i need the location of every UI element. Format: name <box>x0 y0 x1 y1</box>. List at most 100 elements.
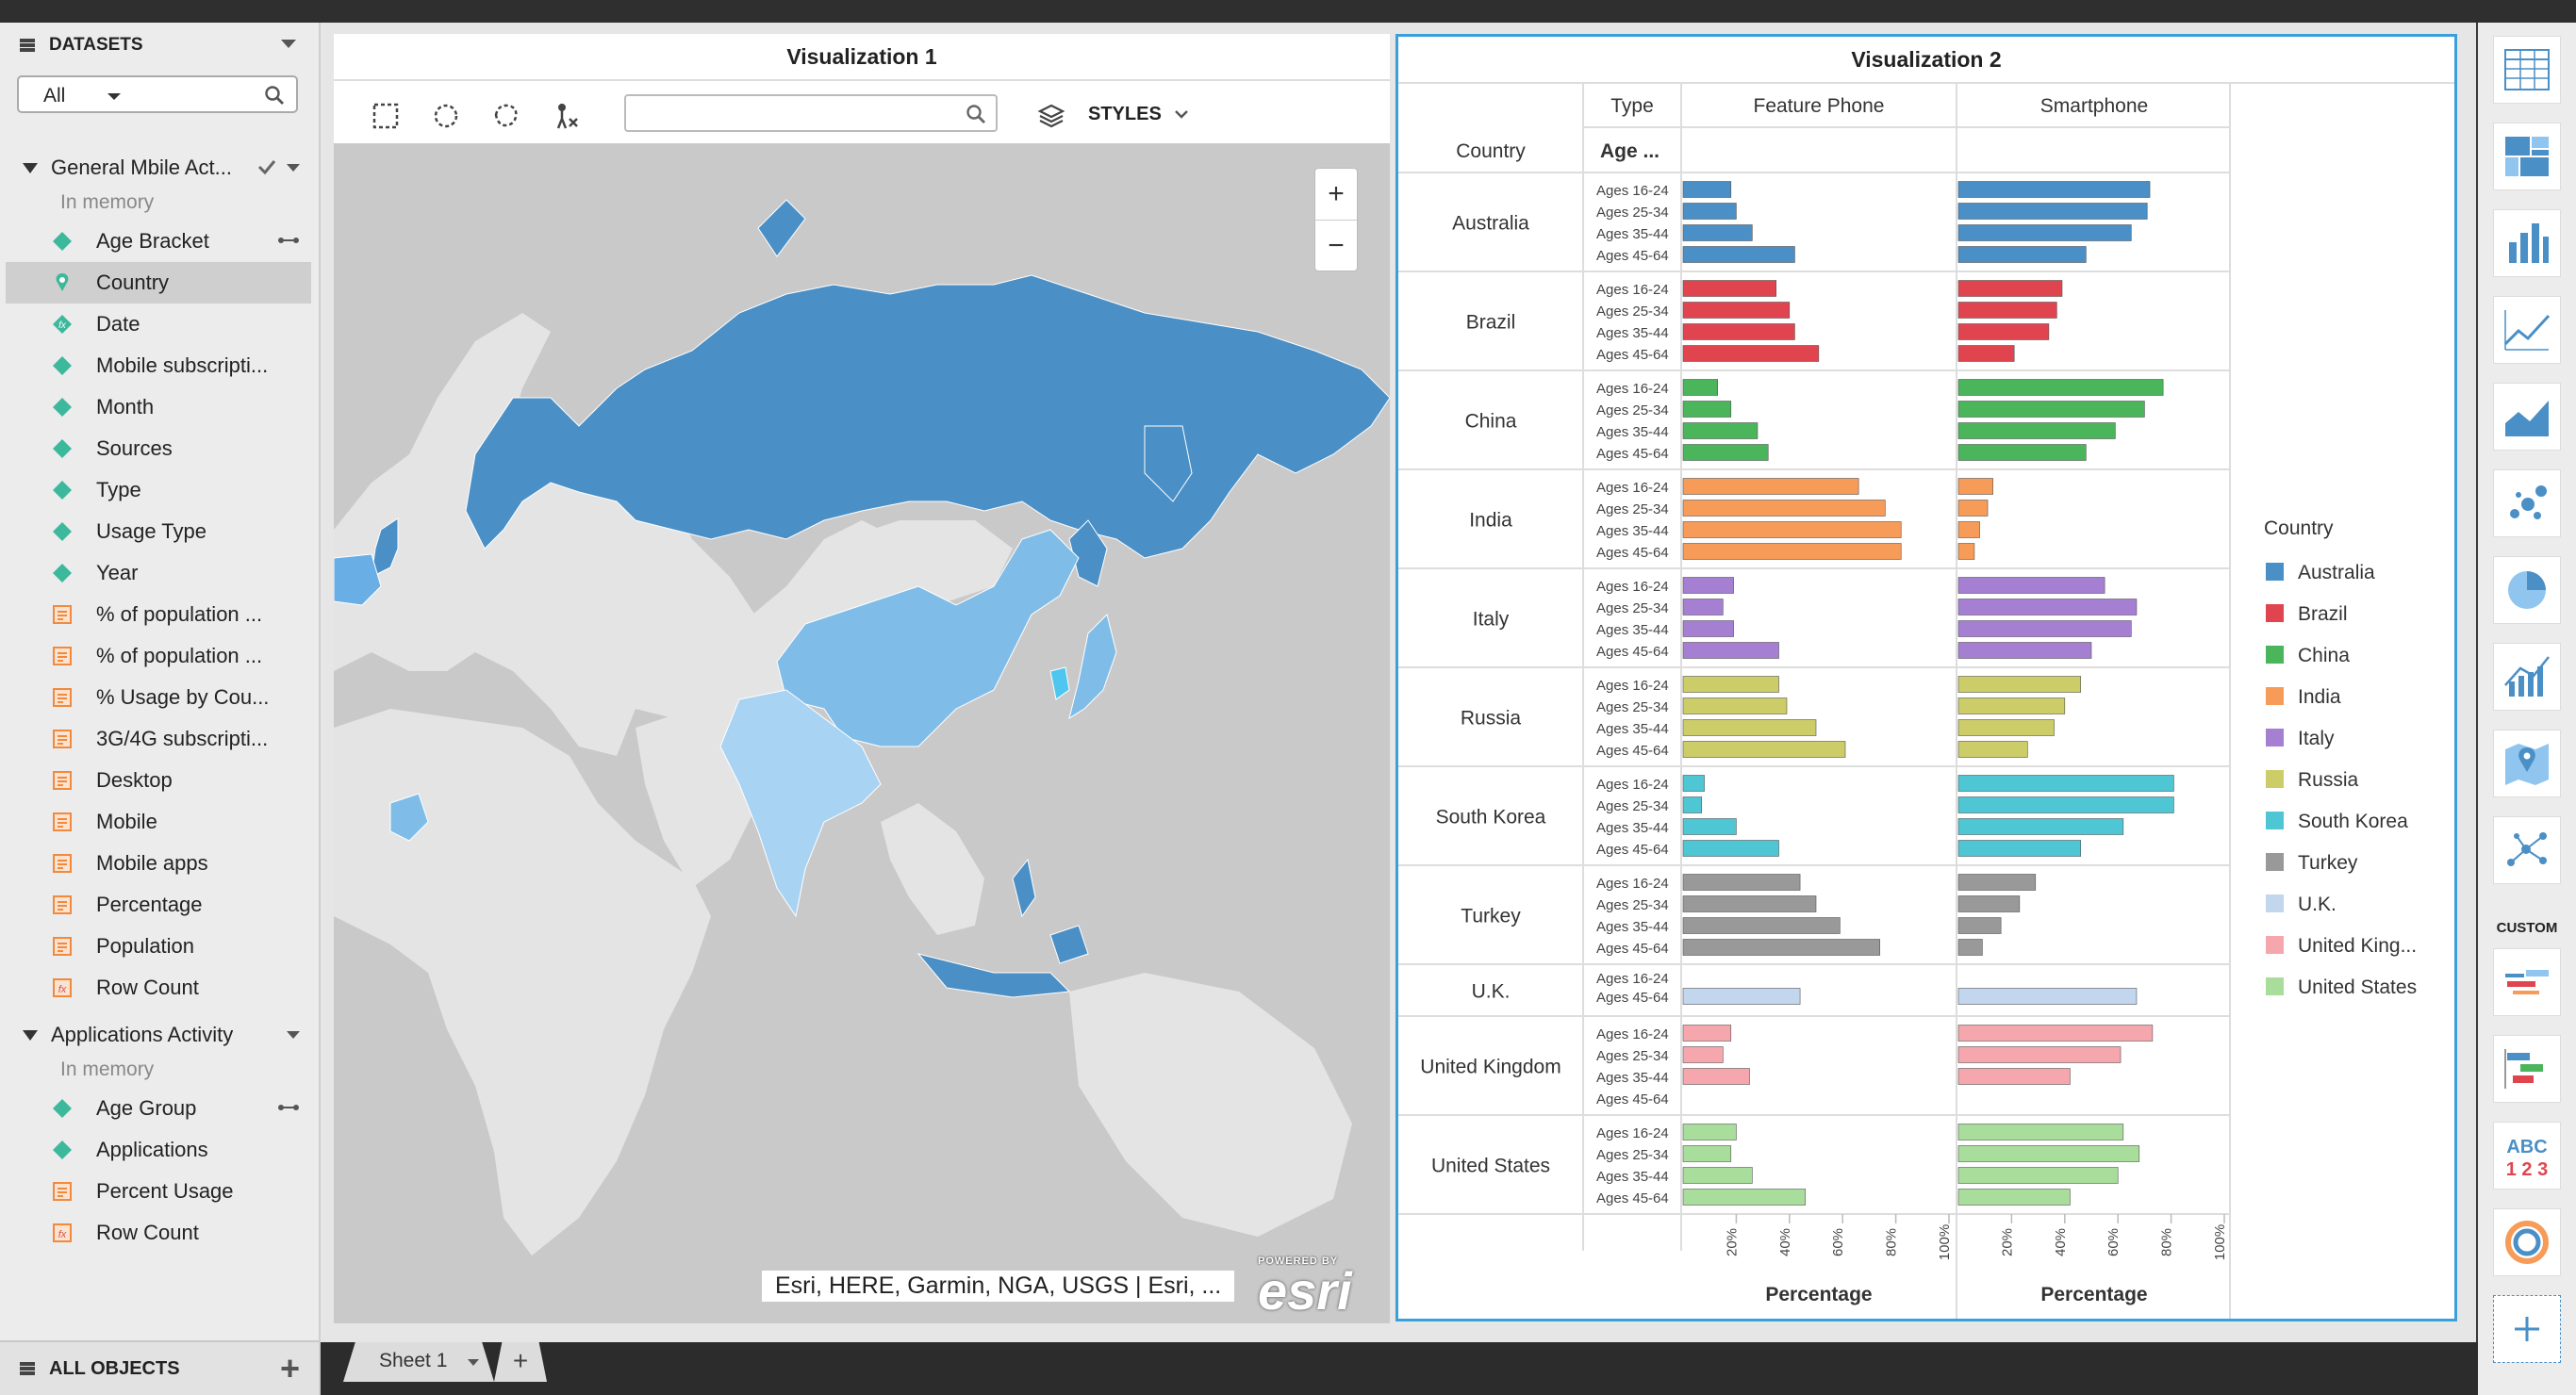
bar-smartphone[interactable] <box>1957 939 1983 956</box>
bar-smartphone[interactable] <box>1957 323 2050 340</box>
network-icon[interactable] <box>2493 816 2561 884</box>
bar-feature-phone[interactable] <box>1682 719 1817 736</box>
link-icon[interactable] <box>277 234 300 247</box>
dataset-object-item[interactable]: fx Date <box>0 304 319 345</box>
collapse-triangle-icon[interactable] <box>23 1029 38 1041</box>
bar-feature-phone[interactable] <box>1682 323 1795 340</box>
word-cloud-icon[interactable] <box>2493 948 2561 1016</box>
bar-feature-phone[interactable] <box>1682 818 1737 835</box>
sunburst-icon[interactable] <box>2493 1208 2561 1276</box>
legend-item[interactable]: Russia <box>2298 769 2359 791</box>
dataset-object-item[interactable]: Month <box>0 386 319 428</box>
bar-smartphone[interactable] <box>1957 599 2138 615</box>
bar-feature-phone[interactable] <box>1682 1046 1724 1063</box>
add-visualization-icon[interactable] <box>2493 1295 2561 1363</box>
bar-smartphone[interactable] <box>1957 988 2138 1005</box>
dataset-object-item[interactable]: 3G/4G subscripti... <box>0 718 319 760</box>
bar-smartphone[interactable] <box>1957 379 2164 396</box>
bar-smartphone[interactable] <box>1957 796 2174 813</box>
dataset-object-item[interactable]: Mobile apps <box>0 843 319 884</box>
bar-feature-phone[interactable] <box>1682 917 1841 934</box>
bar-feature-phone[interactable] <box>1682 741 1846 758</box>
bar-feature-phone[interactable] <box>1682 521 1902 538</box>
dataset-object-item[interactable]: Mobile <box>0 801 319 843</box>
bar-smartphone[interactable] <box>1957 422 2116 439</box>
search-icon[interactable] <box>966 104 986 124</box>
bar-smartphone[interactable] <box>1957 345 2015 362</box>
chevron-down-icon[interactable] <box>468 1359 479 1366</box>
bar-smartphone[interactable] <box>1957 676 2082 693</box>
bar-smartphone[interactable] <box>1957 1046 2122 1063</box>
legend-item[interactable]: Turkey <box>2298 852 2358 874</box>
legend-item[interactable]: India <box>2298 686 2341 708</box>
dataset-object-item[interactable]: Desktop <box>0 760 319 801</box>
bar-feature-phone[interactable] <box>1682 1025 1732 1042</box>
map-search-input[interactable] <box>624 94 998 132</box>
chevron-down-icon[interactable] <box>107 93 121 100</box>
line-chart-icon[interactable] <box>2493 296 2561 364</box>
bar-feature-phone[interactable] <box>1682 895 1817 912</box>
map-attribution[interactable]: Esri, HERE, Garmin, NGA, USGS | Esri, ..… <box>762 1271 1235 1302</box>
bar-feature-phone[interactable] <box>1682 224 1753 241</box>
dataset-filter-select[interactable]: All <box>17 75 298 113</box>
collapse-triangle-icon[interactable] <box>23 162 38 173</box>
bar-feature-phone[interactable] <box>1682 181 1732 198</box>
dataset-object-item[interactable]: % Usage by Cou... <box>0 677 319 718</box>
legend-swatch[interactable] <box>2266 687 2284 705</box>
dataset-object-item[interactable]: fx Row Count <box>0 967 319 1009</box>
bar-chart-grid[interactable]: Type Feature Phone Smartphone Country Age ..… <box>1398 82 2454 1319</box>
dataset-group[interactable]: Applications Activity ... <box>0 1014 319 1056</box>
legend-swatch[interactable] <box>2266 646 2284 664</box>
dataset-menu-caret-icon[interactable] <box>287 164 300 172</box>
bar-smartphone[interactable] <box>1957 642 2092 659</box>
zoom-out-button[interactable]: − <box>1315 221 1357 271</box>
dataset-group[interactable]: General Mbile Act... <box>0 147 319 189</box>
bar-feature-phone[interactable] <box>1682 939 1880 956</box>
bar-smartphone[interactable] <box>1957 1189 2071 1206</box>
bar-smartphone[interactable] <box>1957 818 2124 835</box>
bar-smartphone[interactable] <box>1957 1068 2071 1085</box>
add-dataset-icon[interactable]: + <box>280 1352 300 1386</box>
grid-icon[interactable] <box>2493 36 2561 104</box>
bar-feature-phone[interactable] <box>1682 840 1779 857</box>
lasso-select-icon[interactable] <box>490 100 522 132</box>
bar-feature-phone[interactable] <box>1682 500 1886 517</box>
legend-swatch[interactable] <box>2266 812 2284 829</box>
legend-item[interactable]: Australia <box>2298 562 2375 583</box>
bar-smartphone[interactable] <box>1957 719 2055 736</box>
add-sheet-button[interactable]: + <box>494 1342 547 1382</box>
heat-map-icon[interactable] <box>2493 123 2561 190</box>
bar-feature-phone[interactable] <box>1682 988 1801 1005</box>
map-view[interactable]: + − Esri, HERE, Garmin, NGA, USGS | Esri… <box>334 143 1390 1323</box>
bar-feature-phone[interactable] <box>1682 599 1724 615</box>
bar-feature-phone[interactable] <box>1682 1145 1732 1162</box>
bar-feature-phone[interactable] <box>1682 302 1791 319</box>
legend-item[interactable]: United King... <box>2298 935 2417 957</box>
bar-smartphone[interactable] <box>1957 478 1993 495</box>
search-icon[interactable] <box>264 85 285 106</box>
dataset-object-item[interactable]: Sources <box>0 428 319 469</box>
dataset-object-item[interactable]: Percentage <box>0 884 319 926</box>
legend-swatch[interactable] <box>2266 770 2284 788</box>
bar-feature-phone[interactable] <box>1682 577 1734 594</box>
bar-smartphone[interactable] <box>1957 775 2174 792</box>
dataset-object-item[interactable]: Percent Usage <box>0 1171 319 1212</box>
legend-swatch[interactable] <box>2266 977 2284 995</box>
datasets-menu-caret-icon[interactable] <box>281 40 296 48</box>
dataset-object-item[interactable]: Mobile subscripti... <box>0 345 319 386</box>
bar-smartphone[interactable] <box>1957 401 2145 418</box>
bar-feature-phone[interactable] <box>1682 620 1734 637</box>
bar-feature-phone[interactable] <box>1682 796 1703 813</box>
legend-swatch[interactable] <box>2266 604 2284 622</box>
legend-item[interactable]: South Korea <box>2298 811 2408 832</box>
dataset-object-item[interactable]: Year <box>0 552 319 594</box>
map-basemap[interactable] <box>334 143 1390 1323</box>
bar-smartphone[interactable] <box>1957 620 2132 637</box>
combo-chart-icon[interactable] <box>2493 643 2561 711</box>
bar-smartphone[interactable] <box>1957 280 2063 297</box>
bar-feature-phone[interactable] <box>1682 280 1776 297</box>
dataset-object-item[interactable]: Country <box>6 262 311 304</box>
legend-swatch[interactable] <box>2266 894 2284 912</box>
bar-smartphone[interactable] <box>1957 895 2021 912</box>
area-chart-icon[interactable] <box>2493 383 2561 451</box>
